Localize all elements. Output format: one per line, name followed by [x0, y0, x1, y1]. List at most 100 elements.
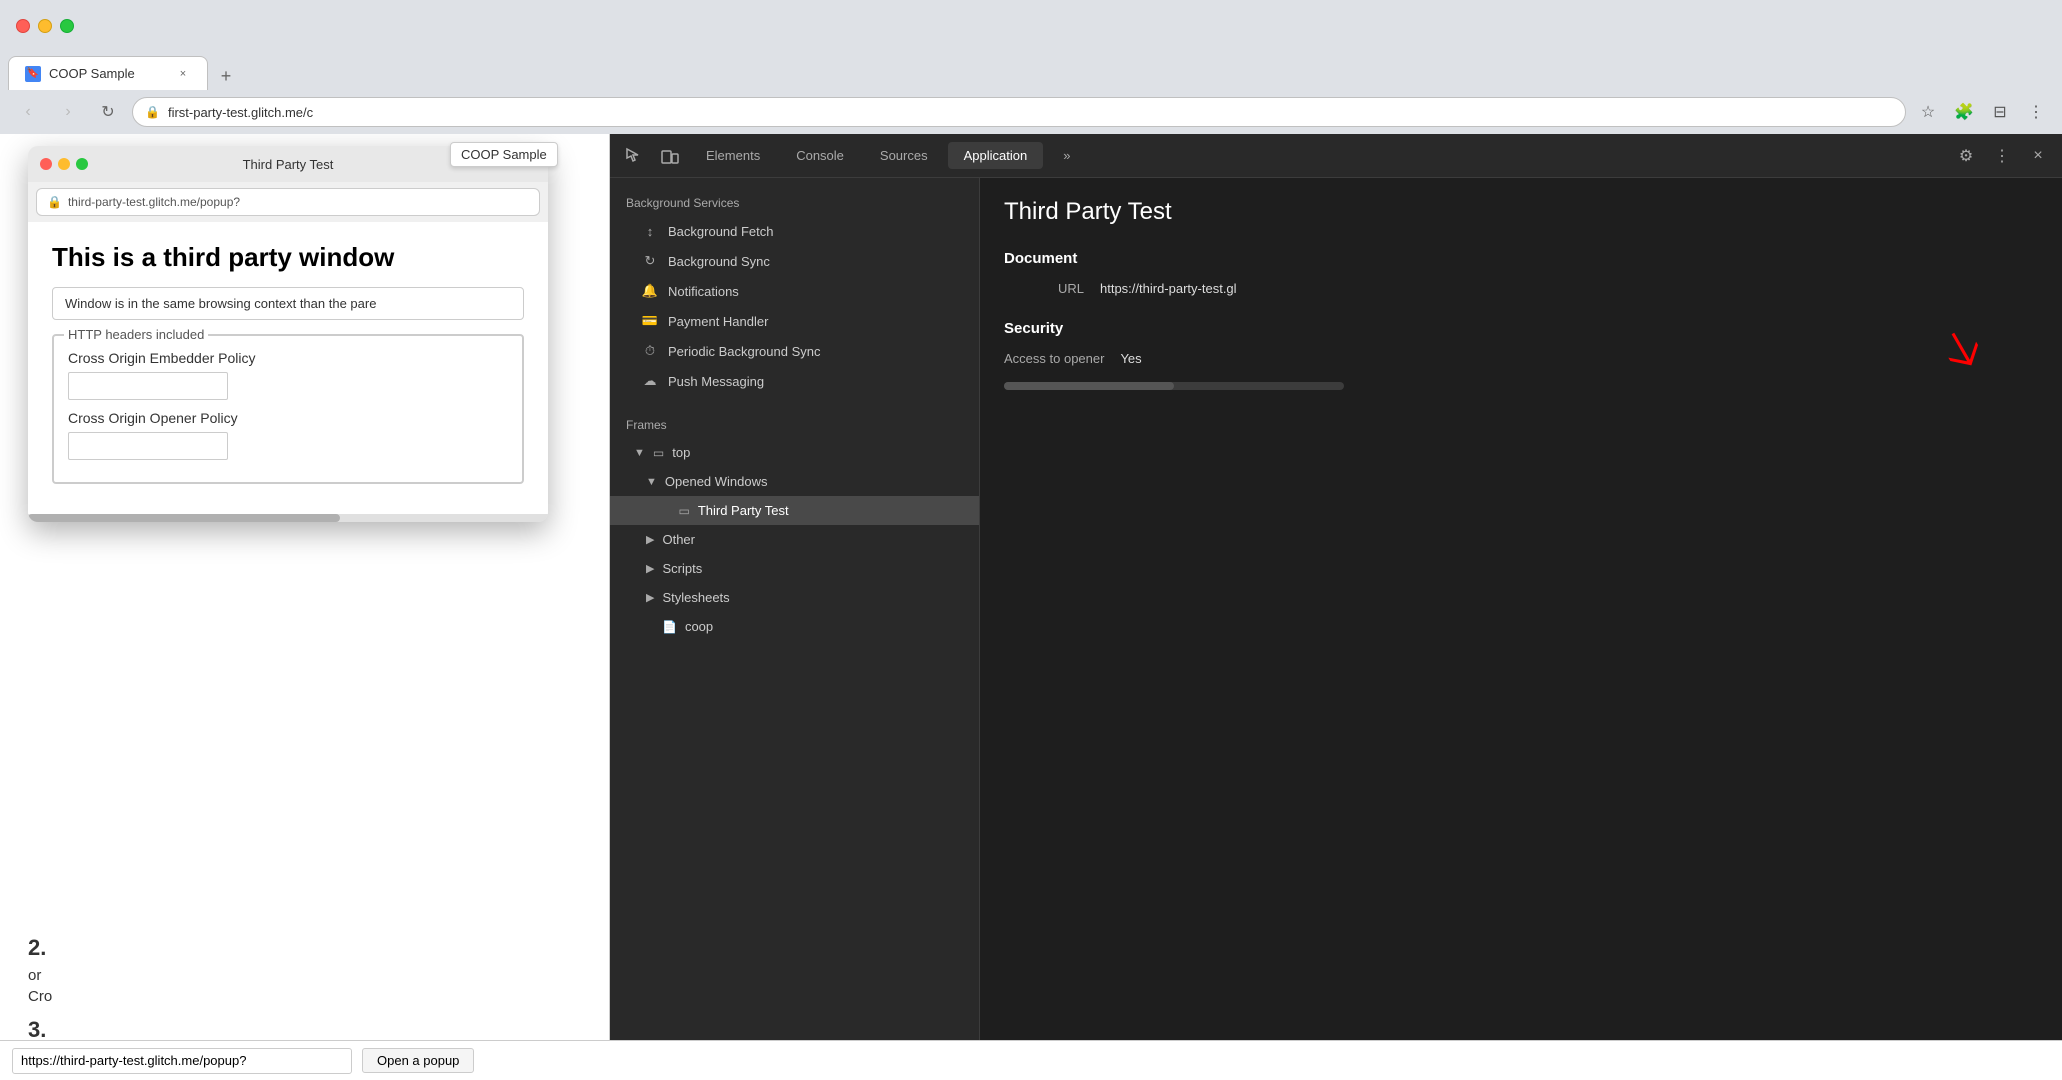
panel-access-label: Access to opener	[1004, 351, 1104, 366]
panel-scrollbar[interactable]	[1004, 382, 1344, 390]
sidebar-item-label: Background Sync	[668, 254, 770, 269]
background-fetch-icon: ↕	[642, 223, 658, 239]
sidebar-item-payment-handler[interactable]: 💳 Payment Handler	[610, 306, 979, 336]
scripts-expand-icon: ▶	[646, 562, 654, 575]
third-party-test-label: Third Party Test	[698, 503, 789, 518]
popup-min-light[interactable]	[58, 158, 70, 170]
address-bar[interactable]: 🔒 first-party-test.glitch.me/c	[132, 97, 1906, 127]
other-label: Other	[662, 532, 695, 547]
popup-close-light[interactable]	[40, 158, 52, 170]
popup-address-bar[interactable]: 🔒 third-party-test.glitch.me/popup?	[36, 188, 540, 216]
popup-policy1-input[interactable]	[68, 372, 228, 400]
frames-stylesheets[interactable]: ▶ Stylesheets	[610, 583, 979, 612]
close-traffic-light[interactable]	[16, 19, 30, 33]
bookmark-icon[interactable]: ☆	[1914, 98, 1942, 126]
other-expand-icon: ▶	[646, 533, 654, 546]
popup-policy2-input[interactable]	[68, 432, 228, 460]
frames-scripts[interactable]: ▶ Scripts	[610, 554, 979, 583]
frames-other[interactable]: ▶ Other	[610, 525, 979, 554]
new-tab-button[interactable]: +	[212, 62, 240, 90]
devtools-toolbar: Elements Console Sources Application » ⚙…	[610, 134, 2062, 178]
tab-application[interactable]: Application	[948, 142, 1044, 169]
content-area: 1. Load this page with a COOP he Cro htt…	[0, 134, 2062, 1040]
page-step3: 3.	[28, 1017, 581, 1040]
refresh-button[interactable]: ↻	[92, 96, 124, 128]
address-url: first-party-test.glitch.me/c	[168, 105, 1893, 120]
frames-top-item[interactable]: ▼ ▭ top	[610, 438, 979, 467]
frames-coop[interactable]: 📄 coop	[610, 612, 979, 641]
title-bar	[0, 0, 2062, 52]
minimize-traffic-light[interactable]	[38, 19, 52, 33]
panel-title: Third Party Test	[1004, 198, 2038, 226]
sidebar-item-periodic-bg-sync[interactable]: ⏱ Periodic Background Sync	[610, 336, 979, 366]
page-step2: 2.	[28, 935, 581, 961]
coop-file-icon: 📄	[662, 620, 677, 634]
frames-third-party-test[interactable]: ▶ ▭ Third Party Test	[610, 496, 979, 525]
tab-console[interactable]: Console	[780, 142, 860, 169]
stylesheets-expand-icon: ▶	[646, 591, 654, 604]
sidebar-item-label: Background Fetch	[668, 224, 774, 239]
coop-label: coop	[685, 619, 713, 634]
popup-title: Third Party Test	[243, 157, 334, 172]
popup-policy1-label: Cross Origin Embedder Policy	[68, 350, 508, 366]
devtools-body: Background Services ↕ Background Fetch ↻…	[610, 178, 2062, 1040]
devtools-main-panel: Third Party Test Document URL https://th…	[980, 178, 2062, 1040]
page-content: 1. Load this page with a COOP he Cro htt…	[0, 134, 610, 1040]
device-toolbar-icon[interactable]	[654, 140, 686, 172]
tab-favicon: 🔖	[25, 66, 41, 82]
devtools-settings-icon[interactable]: ⚙	[1950, 140, 1982, 172]
page-step2-text: or	[28, 967, 581, 984]
coop-sample-tab[interactable]: 🔖 COOP Sample ×	[8, 56, 208, 90]
frames-opened-windows[interactable]: ▼ Opened Windows	[610, 467, 979, 496]
panel-doc-section: Document	[1004, 250, 2038, 267]
open-popup-button[interactable]: Open a popup	[362, 1048, 474, 1073]
browser-window: 🔖 COOP Sample × + ‹ › ↻ 🔒 first-party-te…	[0, 0, 2062, 1080]
forward-button[interactable]: ›	[52, 96, 84, 128]
tab-title: COOP Sample	[49, 66, 167, 81]
back-button[interactable]: ‹	[12, 96, 44, 128]
sidebar-item-push-messaging[interactable]: ☁ Push Messaging	[610, 366, 979, 396]
sidebar-item-background-sync[interactable]: ↻ Background Sync	[610, 246, 979, 276]
tab-bar: 🔖 COOP Sample × +	[0, 52, 2062, 90]
popup-scrollbar[interactable]	[28, 514, 548, 522]
popup-url-input[interactable]	[12, 1048, 352, 1074]
popup-info-box: Window is in the same browsing context t…	[52, 287, 524, 320]
frames-top-label: top	[672, 445, 690, 460]
panel-security-section: Security	[1004, 320, 2038, 337]
popup-headers-legend: HTTP headers included	[64, 327, 208, 342]
sidebar-item-notifications[interactable]: 🔔 Notifications	[610, 276, 979, 306]
sidebar-item-label: Notifications	[668, 284, 739, 299]
tab-sources[interactable]: Sources	[864, 142, 944, 169]
cast-icon[interactable]: ⊟	[1986, 98, 2014, 126]
inspect-element-icon[interactable]	[618, 140, 650, 172]
panel-scrollbar-thumb	[1004, 382, 1174, 390]
traffic-lights	[16, 19, 74, 33]
sidebar-item-label: Push Messaging	[668, 374, 764, 389]
opened-windows-collapse-icon: ▼	[646, 476, 657, 488]
tab-more[interactable]: »	[1047, 142, 1086, 169]
devtools-panel: Elements Console Sources Application » ⚙…	[610, 134, 2062, 1040]
popup-policy2-label: Cross Origin Opener Policy	[68, 410, 508, 426]
popup-main-heading: This is a third party window	[52, 242, 524, 273]
toolbar-actions: ☆ 🧩 ⊟ ⋮	[1914, 98, 2050, 126]
page-step2-subtext: Cro	[28, 988, 581, 1005]
panel-url-row: URL https://third-party-test.gl	[1004, 281, 2038, 296]
panel-access-row: Access to opener Yes	[1004, 351, 2038, 366]
popup-max-light[interactable]	[76, 158, 88, 170]
popup-content: This is a third party window Window is i…	[28, 222, 548, 514]
bottom-bar: Open a popup	[0, 1040, 2062, 1080]
maximize-traffic-light[interactable]	[60, 19, 74, 33]
devtools-more-icon[interactable]: ⋮	[1986, 140, 2018, 172]
tab-close-button[interactable]: ×	[175, 66, 191, 82]
popup-window: Third Party Test 🔒 third-party-test.glit…	[28, 146, 548, 522]
popup-url: third-party-test.glitch.me/popup?	[68, 195, 240, 209]
sidebar-item-background-fetch[interactable]: ↕ Background Fetch	[610, 216, 979, 246]
third-party-frame-icon: ▭	[678, 504, 689, 518]
page-section-2: 2. or Cro 3. se br d	[28, 935, 581, 1040]
menu-icon[interactable]: ⋮	[2022, 98, 2050, 126]
popup-traffic-lights	[40, 158, 88, 170]
devtools-close-icon[interactable]: ×	[2022, 140, 2054, 172]
tab-elements[interactable]: Elements	[690, 142, 776, 169]
panel-security-container: 🡦 Security	[1004, 320, 2038, 337]
extensions-icon[interactable]: 🧩	[1950, 98, 1978, 126]
